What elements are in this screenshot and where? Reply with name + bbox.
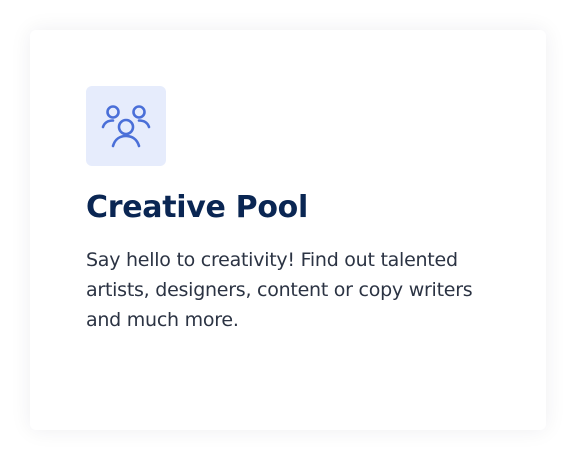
- feature-card: Creative Pool Say hello to creativity! F…: [30, 30, 546, 430]
- icon-tile: [86, 86, 166, 166]
- users-group-icon: [101, 105, 151, 148]
- card-title: Creative Pool: [86, 190, 308, 225]
- card-description: Say hello to creativity! Find out talent…: [86, 249, 473, 331]
